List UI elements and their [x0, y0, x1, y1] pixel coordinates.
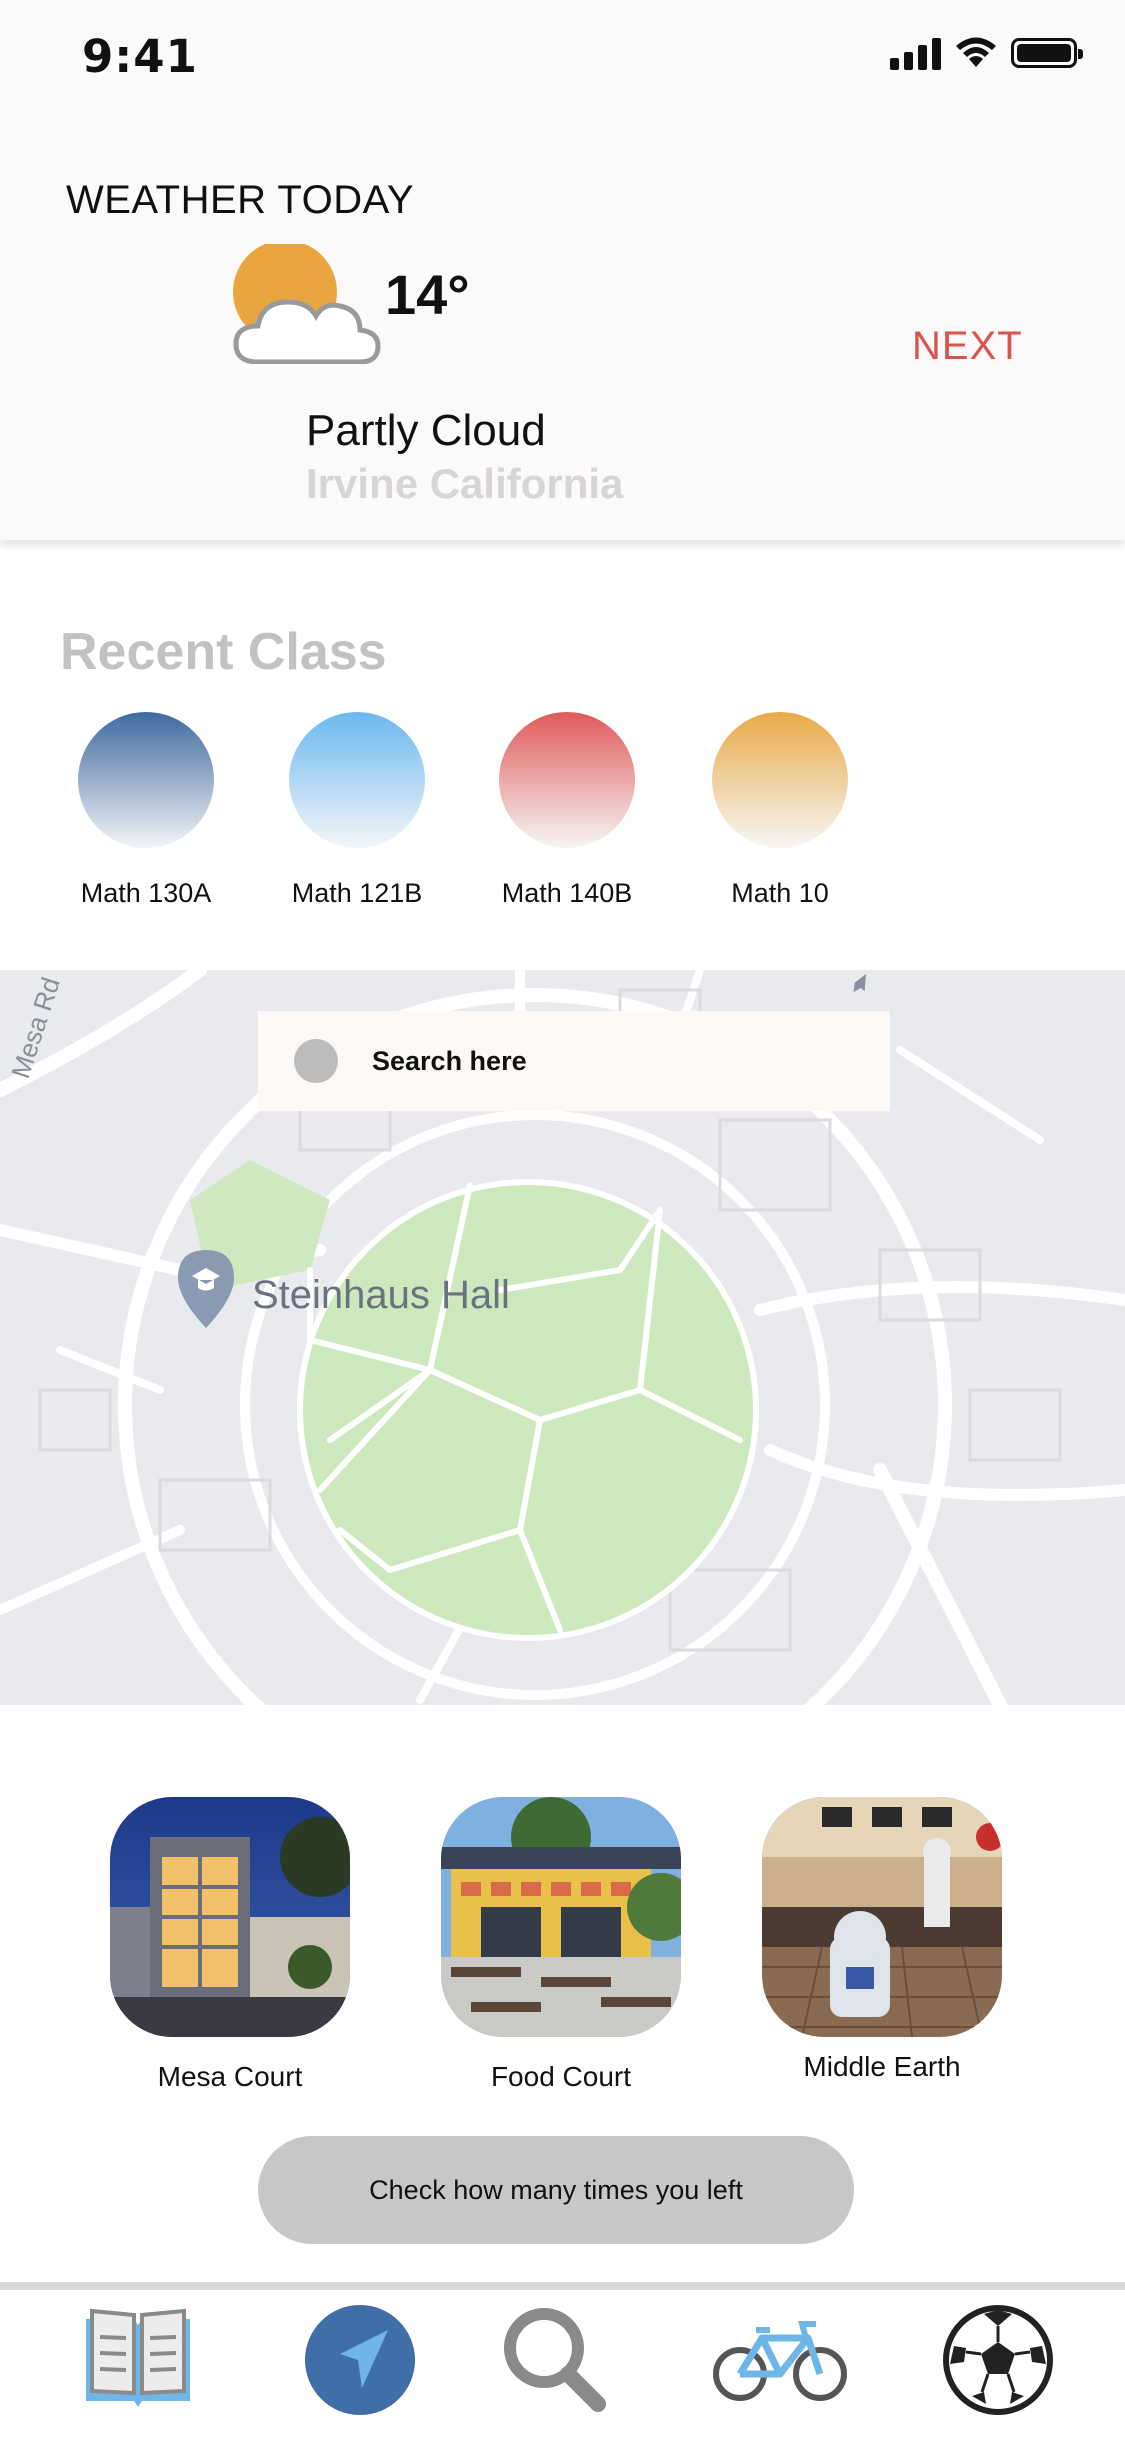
place-mesa-court[interactable]: Mesa Court	[110, 1797, 350, 2093]
search-placeholder: Search here	[372, 1045, 527, 1076]
place-middle-earth[interactable]: Middle Earth	[762, 1797, 1002, 2083]
bicycle-icon	[713, 2321, 847, 2401]
battery-icon	[1011, 38, 1083, 68]
class-item-math-121b[interactable]: Math 121B	[282, 712, 432, 909]
class-label: Math 10	[731, 878, 829, 908]
class-icon	[499, 712, 635, 848]
wifi-icon	[956, 37, 996, 67]
temperature: 14°	[385, 263, 470, 326]
place-label: Mesa Court	[157, 2061, 303, 2092]
recent-class-title: Recent Class	[60, 623, 387, 681]
tab-navigation[interactable]	[290, 2290, 430, 2430]
map-search-bar[interactable]: Search here	[258, 1011, 890, 1111]
middle-earth-image	[762, 1797, 1002, 2037]
search-icon	[504, 2308, 606, 2412]
mesa-court-image	[110, 1797, 350, 2037]
check-times-left-button[interactable]: Check how many times you left	[258, 2136, 854, 2244]
next-button[interactable]: NEXT	[912, 324, 1023, 369]
place-label: Food Court	[490, 2061, 632, 2092]
navigation-icon	[305, 2305, 415, 2415]
signal-icon	[890, 36, 941, 70]
search-avatar-icon	[294, 1039, 338, 1083]
place-food-court[interactable]: Food Court	[441, 1797, 681, 2093]
class-item-math-10[interactable]: Math 10	[705, 712, 855, 909]
class-label: Math 121B	[291, 878, 423, 908]
class-label: Math 140B	[501, 878, 633, 908]
map-pin-label: Steinhaus Hall	[252, 1273, 510, 1317]
status-time: 9:41	[82, 30, 198, 83]
class-item-math-130a[interactable]: Math 130A	[71, 712, 221, 909]
tab-soccer[interactable]	[928, 2290, 1068, 2430]
class-icon	[78, 712, 214, 848]
partly-cloudy-icon	[233, 244, 381, 364]
place-label: Middle Earth	[803, 2051, 961, 2082]
tab-book[interactable]	[68, 2290, 208, 2430]
class-icon	[289, 712, 425, 848]
class-item-math-140b[interactable]: Math 140B	[492, 712, 642, 909]
soccer-ball-icon	[943, 2305, 1053, 2415]
tab-bicycle[interactable]	[710, 2290, 850, 2430]
status-icons	[890, 36, 1083, 70]
food-court-image	[441, 1797, 681, 2037]
weather-title: WEATHER TODAY	[66, 178, 415, 222]
class-label: Math 130A	[80, 878, 212, 908]
book-icon	[86, 2308, 190, 2407]
class-icon	[712, 712, 848, 848]
weather-condition: Partly Cloud	[306, 406, 546, 455]
weather-location: Irvine California	[306, 460, 624, 507]
tab-search[interactable]	[484, 2290, 624, 2430]
